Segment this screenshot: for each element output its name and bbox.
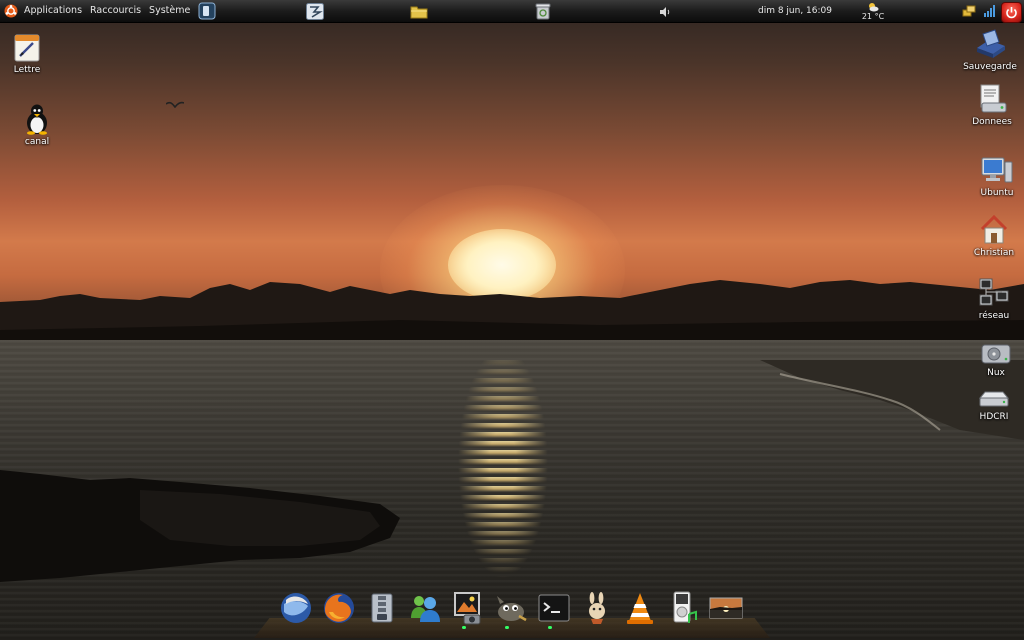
menu-systeme[interactable]: Système (145, 0, 194, 22)
desktop-icon-donnees[interactable]: Donnees (960, 83, 1024, 127)
running-indicator (462, 626, 466, 629)
desktop-icon-nux[interactable]: Nux (964, 342, 1024, 378)
desktop-icon-label: réseau (978, 311, 1010, 321)
torrent-icon[interactable] (579, 590, 615, 626)
harddisk-icon (978, 391, 1010, 407)
running-indicator (505, 626, 509, 629)
taskbar (214, 1, 960, 21)
network-icon (979, 278, 1009, 306)
music-player-icon[interactable] (665, 590, 701, 626)
desktop-icon-sauvegarde[interactable]: Sauvegarde (958, 28, 1022, 72)
desktop-wallpaper (0, 0, 1024, 640)
backup-icon (977, 29, 1005, 58)
ubuntu-logo-icon[interactable] (4, 4, 18, 18)
folder-icon[interactable] (410, 3, 428, 20)
running-indicator (548, 626, 552, 629)
weather-applet[interactable]: 21 °C (858, 1, 888, 22)
desktop-icon-label: canal (24, 137, 50, 147)
foreground-rocks (0, 470, 400, 582)
desktop-icon-hdcri[interactable]: HDCRI (962, 390, 1024, 422)
archive-icon[interactable] (364, 590, 400, 626)
document-icon (14, 34, 40, 62)
menu-applications[interactable]: Applications (20, 0, 86, 22)
computer-icon (981, 157, 1013, 183)
signal-icon[interactable] (983, 4, 997, 18)
terminal-icon[interactable] (536, 590, 572, 626)
panel-clock[interactable]: dim 8 jun, 16:09 (758, 0, 832, 22)
desktop-icon-lettre[interactable]: Lettre (0, 33, 59, 75)
panel-menu-bar: Applications Raccourcis Système (0, 0, 216, 22)
volume-icon[interactable] (658, 5, 672, 19)
sun-reflection (458, 360, 548, 590)
switcher-icon[interactable] (306, 3, 324, 20)
drive-doc-icon (980, 84, 1007, 113)
application-dock (276, 588, 756, 632)
gimp-icon[interactable] (493, 590, 529, 626)
desktop-icon-label: Nux (987, 368, 1005, 378)
wallpaper-icon[interactable] (708, 590, 744, 626)
partly-cloudy-icon (869, 3, 879, 12)
desktop-icon-label: Lettre (13, 65, 41, 75)
menu-raccourcis[interactable]: Raccourcis (86, 0, 145, 22)
desktop-icon-label: Christian (973, 248, 1015, 258)
desktop-icon-reseau[interactable]: réseau (962, 277, 1024, 321)
desktop-icon-canal[interactable]: canal (5, 103, 69, 147)
desktop-icon-label: Sauvegarde (963, 62, 1017, 72)
top-panel: Applications Raccourcis Système dim 8 ju… (0, 0, 1024, 23)
desktop-icon-label: HDCRI (979, 412, 1009, 422)
messenger-icon[interactable] (407, 590, 443, 626)
home-icon (980, 214, 1008, 244)
trash-icon[interactable] (534, 3, 552, 20)
network-tray-icon[interactable] (962, 4, 976, 18)
weather-temperature: 21 °C (861, 12, 885, 21)
desktop-icon-label: Donnees (972, 117, 1012, 127)
power-button[interactable] (1001, 2, 1022, 23)
power-icon (1006, 7, 1017, 19)
thunderbird-icon[interactable] (278, 590, 314, 626)
desktop-icon-label: Ubuntu (980, 188, 1014, 198)
harddisk-icon (981, 344, 1011, 364)
desktop-icon-christian[interactable]: Christian (962, 214, 1024, 258)
desktop-icon-ubuntu[interactable]: Ubuntu (965, 156, 1024, 198)
firefox-icon[interactable] (321, 590, 357, 626)
vlc-icon[interactable] (622, 590, 658, 626)
tux-icon (27, 104, 47, 135)
photo-viewer-icon[interactable] (450, 590, 486, 626)
bird-silhouette (166, 101, 184, 109)
